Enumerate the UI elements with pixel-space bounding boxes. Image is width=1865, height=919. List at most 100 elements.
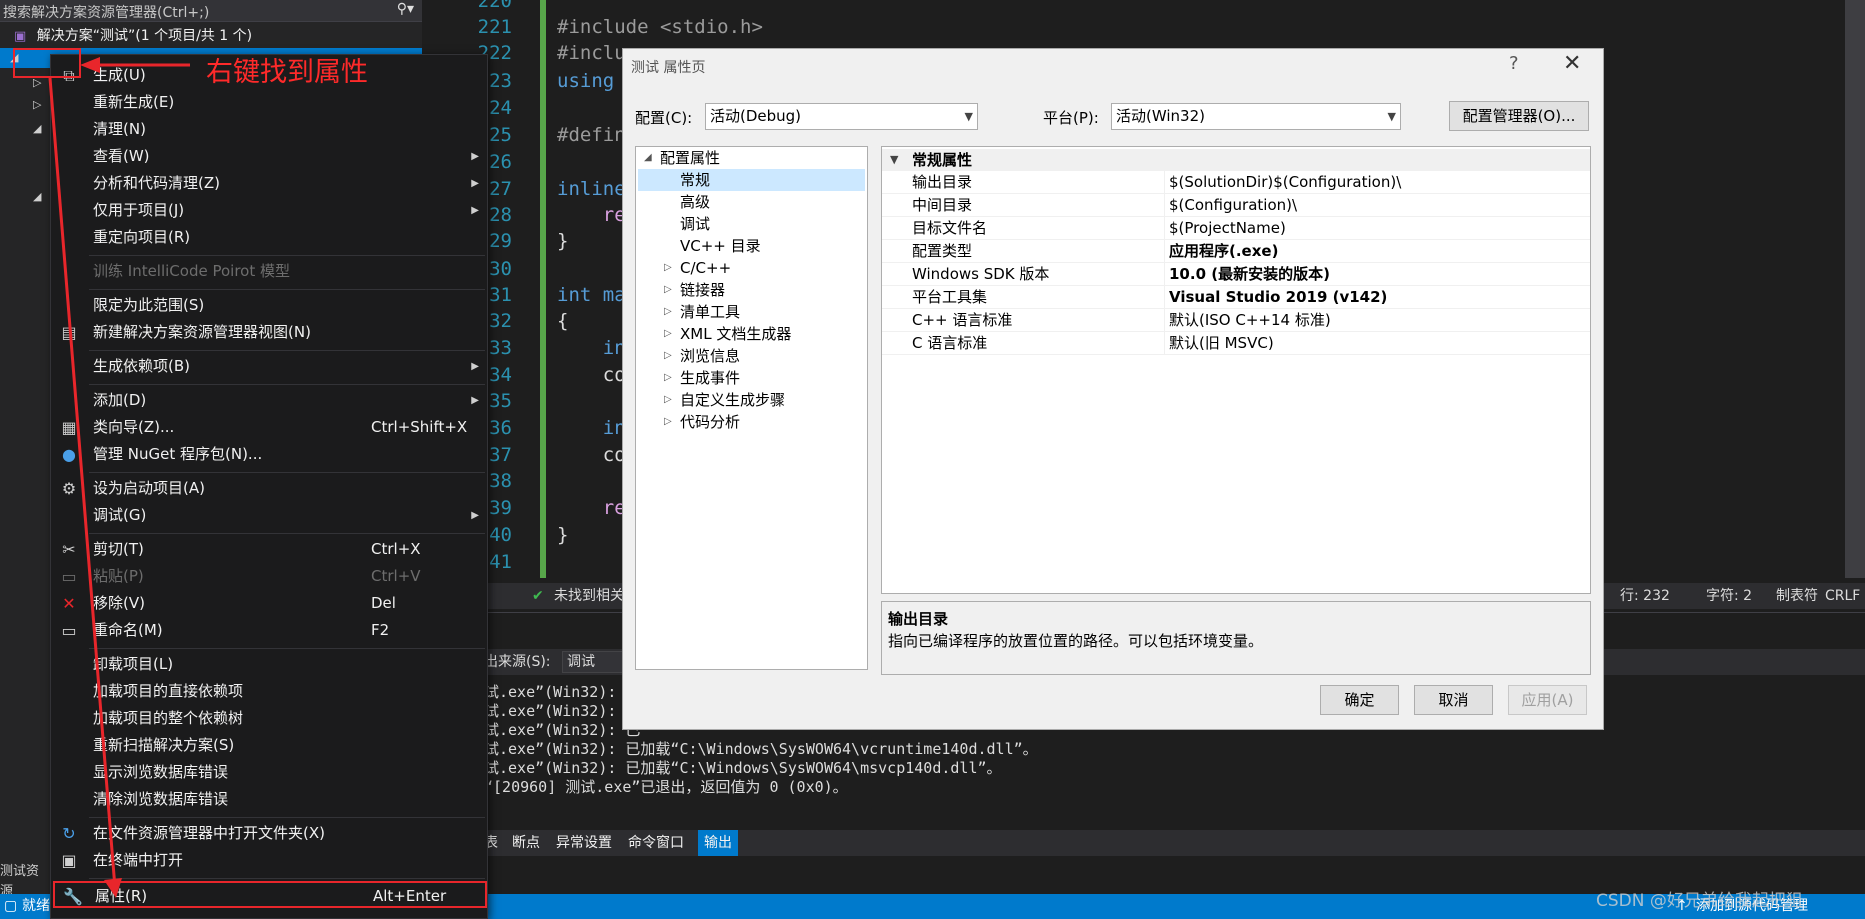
menu-item-unload[interactable]: 卸载项目(L) <box>51 651 487 678</box>
tree-node-code-analysis[interactable]: ▷ 代码分析 <box>636 411 867 433</box>
platform-label: 平台(P): <box>1043 109 1099 127</box>
tree-node-advanced[interactable]: 高级 <box>636 191 867 213</box>
code-line: re <box>557 497 626 519</box>
change-tracking-bar <box>540 0 546 578</box>
grid-column-divider[interactable] <box>1164 171 1165 355</box>
menu-separator <box>89 350 485 351</box>
menu-item-rescan[interactable]: 重新扫描解决方案(S) <box>51 732 487 759</box>
tree-node-build-events[interactable]: ▷ 生成事件 <box>636 367 867 389</box>
code-line: co <box>557 444 626 466</box>
grid-category-header[interactable]: ▼ 常规属性 <box>882 149 1590 171</box>
expand-arrow-icon: ▷ <box>664 306 672 317</box>
collapse-arrow-icon[interactable]: ◢ <box>33 122 41 135</box>
property-row[interactable]: Windows SDK 版本 10.0 (最新安装的版本) <box>882 263 1590 286</box>
submenu-arrow-icon: ▶ <box>471 395 479 406</box>
output-line: 试.exe”(Win32): 已 <box>484 683 641 701</box>
solution-node[interactable]: ▣ 解决方案“测试”(1 个项目/共 1 个) <box>14 26 252 46</box>
menu-item-intellicode-train: 训练 IntelliCode Poirot 模型 <box>93 262 290 280</box>
tree-node-browse-info[interactable]: ▷ 浏览信息 <box>636 345 867 367</box>
cancel-button[interactable]: 取消 <box>1414 685 1493 715</box>
tree-node-xml-doc[interactable]: ▷ XML 文档生成器 <box>636 323 867 345</box>
expand-arrow-icon[interactable]: ▷ <box>33 98 41 111</box>
code-line: } <box>557 230 569 252</box>
tab-breakpoints[interactable]: 断点 <box>512 830 540 856</box>
config-select[interactable]: 活动(Debug) ▼ <box>705 103 978 130</box>
tree-node-manifest[interactable]: ▷ 清单工具 <box>636 301 867 323</box>
menu-item-set-startup[interactable]: ⚙ 设为启动项目(A) <box>51 475 487 502</box>
menu-item-clear-db-errors[interactable]: 清除浏览数据库错误 <box>51 786 487 813</box>
property-row[interactable]: C 语言标准 默认(旧 MSVC) <box>882 332 1590 355</box>
config-manager-button[interactable]: 配置管理器(O)... <box>1449 101 1589 131</box>
submenu-arrow-icon: ▶ <box>471 151 479 162</box>
menu-item-show-db-errors[interactable]: 显示浏览数据库错误 <box>51 759 487 786</box>
menu-item-clean[interactable]: 清理(N) <box>51 116 487 143</box>
menu-item-load-direct-deps[interactable]: 加载项目的直接依赖项 <box>51 678 487 705</box>
wrench-icon: 🔧 <box>63 887 83 906</box>
menu-item-open-folder[interactable]: ↻ 在文件资源管理器中打开文件夹(X) <box>51 820 487 847</box>
menu-item-scope[interactable]: 限定为此范围(S) <box>51 292 487 319</box>
tree-node-custom-build[interactable]: ▷ 自定义生成步骤 <box>636 389 867 411</box>
menu-item-retarget[interactable]: 重定向项目(R) <box>51 224 487 251</box>
watermark: CSDN @好兄弟给我起把狙 <box>1596 891 1803 911</box>
editor-scrollbar[interactable] <box>1845 0 1865 578</box>
tab-command-window[interactable]: 命令窗口 <box>628 830 684 856</box>
menu-item-new-view[interactable]: ▤ 新建解决方案资源管理器视图(N) <box>51 319 487 346</box>
issues-indicator[interactable]: 未找到相关 <box>554 583 624 609</box>
tree-node-linker[interactable]: ▷ 链接器 <box>636 279 867 301</box>
new-view-icon: ▤ <box>61 323 77 342</box>
line-ending-indicator[interactable]: CRLF <box>1825 583 1860 609</box>
collapse-arrow-icon[interactable]: ◢ <box>33 190 41 203</box>
submenu-arrow-icon: ▶ <box>471 361 479 372</box>
tab-indicator[interactable]: 制表符 <box>1776 583 1818 609</box>
menu-separator <box>89 648 485 649</box>
submenu-arrow-icon: ▶ <box>471 178 479 189</box>
property-row[interactable]: 中间目录 $(Configuration)\ <box>882 194 1590 217</box>
menu-item-remove[interactable]: ✕ 移除(V) Del <box>51 590 487 617</box>
tree-node-config-props[interactable]: ◢ 配置属性 <box>636 147 867 169</box>
menu-item-cut[interactable]: ✂ 剪切(T) Ctrl+X <box>51 536 487 563</box>
menu-separator <box>89 878 485 879</box>
platform-select-value: 活动(Win32) <box>1116 107 1205 125</box>
ok-button[interactable]: 确定 <box>1320 685 1399 715</box>
close-button[interactable]: ✕ <box>1563 51 1581 76</box>
output-source-label: 出来源(S): <box>484 654 551 670</box>
tab-output[interactable]: 输出 <box>698 830 738 856</box>
menu-item-project-only[interactable]: 仅用于项目(J) ▶ <box>51 197 487 224</box>
platform-select[interactable]: 活动(Win32) ▼ <box>1111 103 1401 130</box>
rename-icon: ▭ <box>61 621 77 640</box>
menu-item-class-wizard[interactable]: ▦ 类向导(Z)... Ctrl+Shift+X <box>51 414 487 441</box>
output-line: 试.exe”(Win32): 已 <box>484 721 641 739</box>
menu-item-properties[interactable]: 🔧 属性(R) Alt+Enter <box>53 881 487 908</box>
class-wizard-icon: ▦ <box>61 418 77 437</box>
menu-item-debug[interactable]: 调试(G) ▶ <box>51 502 487 529</box>
property-row[interactable]: 目标文件名 $(ProjectName) <box>882 217 1590 240</box>
menu-item-analyze[interactable]: 分析和代码清理(Z) ▶ <box>51 170 487 197</box>
menu-item-open-terminal[interactable]: ▣ 在终端中打开 <box>51 847 487 874</box>
solution-search-box[interactable]: 搜索解决方案资源管理器(Ctrl+;) ⚲▾ <box>0 0 422 22</box>
menu-item-load-all-deps[interactable]: 加载项目的整个依赖树 <box>51 705 487 732</box>
menu-separator <box>89 533 485 534</box>
menu-item-view[interactable]: 查看(W) ▶ <box>51 143 487 170</box>
menu-item-build-deps[interactable]: 生成依赖项(B) ▶ <box>51 353 487 380</box>
tree-node-cpp[interactable]: ▷ C/C++ <box>636 257 867 279</box>
menu-item-rename[interactable]: ▭ 重命名(M) F2 <box>51 617 487 644</box>
property-row[interactable]: 平台工具集 Visual Studio 2019 (v142) <box>882 286 1590 309</box>
submenu-arrow-icon: ▶ <box>471 510 479 521</box>
solution-explorer-tab[interactable]: 测试资源 <box>0 862 50 899</box>
menu-item-nuget[interactable]: ● 管理 NuGet 程序包(N)... <box>51 441 487 468</box>
menu-item-add[interactable]: 添加(D) ▶ <box>51 387 487 414</box>
solution-search-input[interactable]: 搜索解决方案资源管理器(Ctrl+;) <box>3 2 209 22</box>
search-icon[interactable]: ⚲▾ <box>397 1 414 17</box>
property-row[interactable]: C++ 语言标准 默认(ISO C++14 标准) <box>882 309 1590 332</box>
tree-node-vc-dirs[interactable]: VC++ 目录 <box>636 235 867 257</box>
property-row[interactable]: 配置类型 应用程序(.exe) <box>882 240 1590 263</box>
property-row[interactable]: 输出目录 $(SolutionDir)$(Configuration)\ <box>882 171 1590 194</box>
tree-node-debugging[interactable]: 调试 <box>636 213 867 235</box>
code-line: inline <box>557 178 626 200</box>
menu-item-rebuild[interactable]: 重新生成(E) <box>51 89 487 116</box>
gear-icon: ⚙ <box>61 479 77 498</box>
tab-exception-settings[interactable]: 异常设置 <box>556 830 612 856</box>
apply-button: 应用(A) <box>1508 685 1587 715</box>
help-button[interactable]: ? <box>1509 53 1519 74</box>
tree-node-general[interactable]: 常规 <box>638 169 865 191</box>
